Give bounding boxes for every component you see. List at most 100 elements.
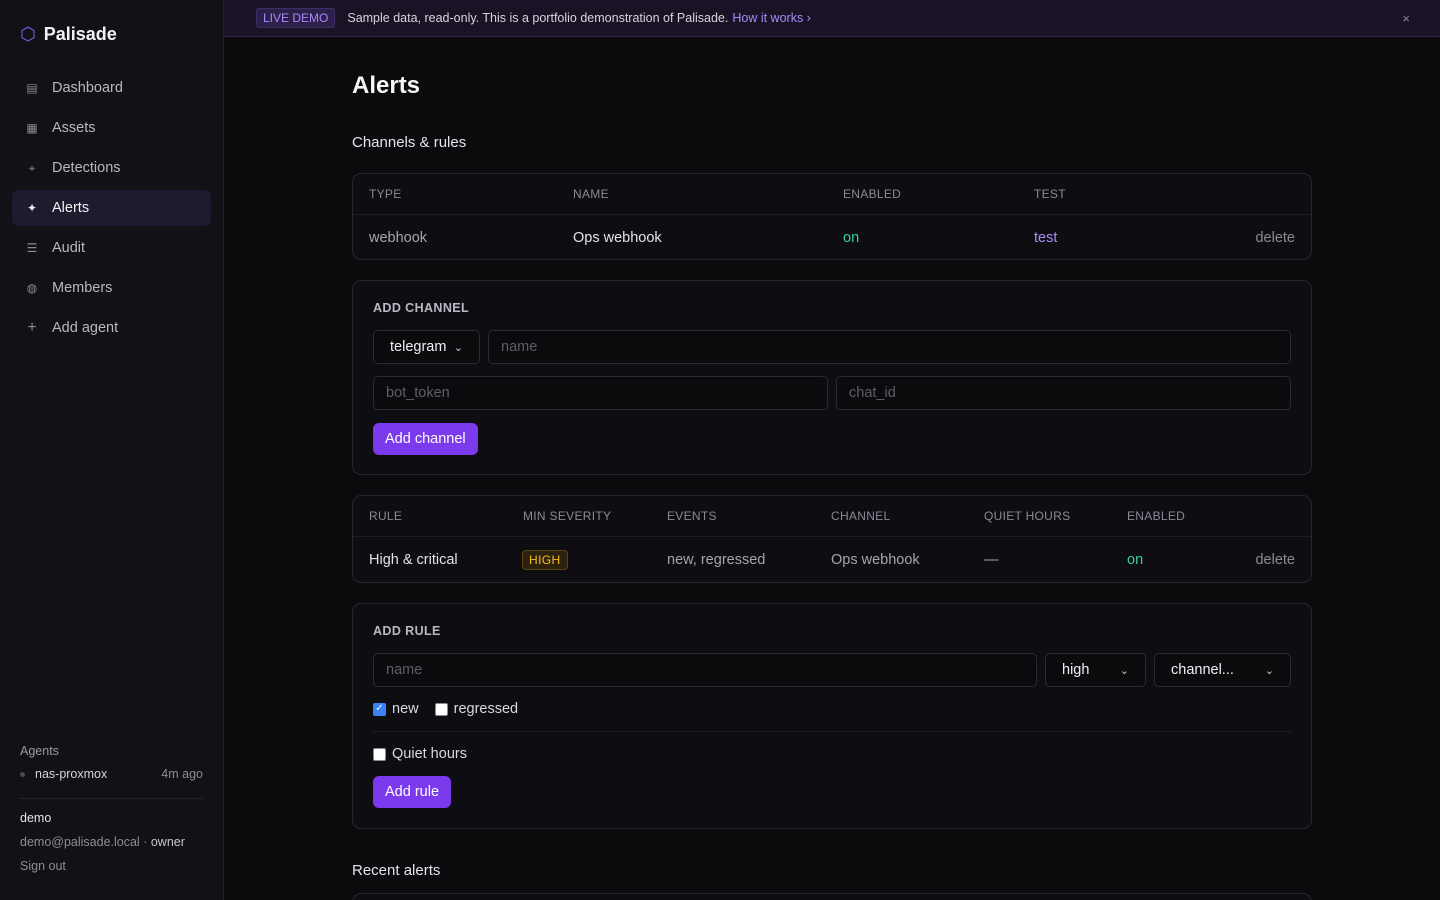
live-demo-badge: LIVE DEMO (256, 8, 336, 28)
column-header: TYPE (369, 187, 402, 201)
user-role: owner (150, 835, 185, 849)
sidebar-item-label: Assets (52, 120, 96, 136)
sidebar-item-label: Dashboard (52, 80, 123, 96)
members-icon: ◍ (26, 281, 38, 295)
channel-type: webhook (369, 229, 428, 246)
chevron-down-icon: ⌄ (1264, 664, 1274, 677)
audit-icon: ☰ (26, 241, 38, 255)
rule-enabled-toggle[interactable]: on (1127, 552, 1143, 568)
divider (20, 798, 203, 799)
rule-name: High & critical (369, 552, 458, 568)
sidebar-item-label: Detections (52, 160, 121, 176)
sidebar-item-detections[interactable]: ⌖ Detections (12, 150, 211, 186)
rule-name-input[interactable] (373, 653, 1037, 687)
sidebar-item-label: Audit (52, 240, 86, 256)
sidebar-item-label: Add agent (52, 320, 119, 336)
agents-heading: Agents (20, 744, 59, 758)
chevron-down-icon: ⌄ (1119, 664, 1129, 677)
brand-name: Palisade (43, 23, 117, 44)
close-icon[interactable]: × (1402, 11, 1410, 26)
channels-table: TYPE NAME ENABLED TEST webhook Ops webho… (352, 173, 1312, 260)
table-header: RULE MIN SEVERITY EVENTS CHANNEL QUIET H… (353, 496, 1311, 537)
agent-status-dot (20, 771, 25, 777)
checkbox-label: new (392, 701, 419, 717)
severity-cell: HIGH (522, 550, 667, 570)
channel-type-select[interactable]: telegram ⌄ (373, 330, 480, 364)
agent-last-seen: 4m ago (161, 767, 203, 781)
recent-alerts-card (352, 893, 1312, 900)
agent-name: nas-proxmox (35, 767, 108, 781)
column-header: ENABLED (843, 187, 902, 201)
plus-icon: + (27, 319, 37, 336)
table-row: webhook Ops webhook on test delete (353, 215, 1311, 260)
column-header: MIN SEVERITY (523, 509, 612, 523)
add-rule-button[interactable]: Add rule (373, 776, 452, 808)
channel-enabled-toggle[interactable]: on (843, 230, 1034, 246)
sidebar-item-label: Members (52, 280, 113, 296)
add-channel-title: ADD CHANNEL (373, 301, 470, 315)
demo-banner: LIVE DEMO Sample data, read-only. This i… (224, 0, 1440, 37)
event-checkboxes: ✓ new regressed (373, 701, 534, 717)
sidebar-item-assets[interactable]: ▦ Assets (12, 110, 211, 146)
select-value: telegram (390, 339, 447, 355)
add-rule-form: ADD RULE high ⌄ channel... ⌄ ✓ new regre… (352, 603, 1312, 829)
sidebar-item-members[interactable]: ◍ Members (12, 270, 211, 306)
quiet-hours-row: Quiet hours (373, 746, 467, 762)
channel-name-input[interactable] (488, 330, 1291, 364)
rules-table: RULE MIN SEVERITY EVENTS CHANNEL QUIET H… (352, 495, 1312, 583)
recent-alerts-title: Recent alerts (352, 862, 441, 879)
detections-icon: ⌖ (28, 160, 36, 175)
select-value: channel... (1171, 662, 1234, 678)
column-header: CHANNEL (831, 509, 891, 523)
add-channel-button[interactable]: Add channel (373, 423, 478, 455)
how-it-works-link[interactable]: How it works › (732, 11, 810, 25)
chat-id-input[interactable] (836, 376, 1291, 410)
column-header: NAME (573, 187, 609, 201)
rule-quiet-hours: — (984, 552, 999, 568)
channel-test-link[interactable]: test (1034, 230, 1057, 246)
sidebar-item-alerts[interactable]: ✦ Alerts (12, 190, 211, 226)
user-email-role: demo@palisade.local · owner (20, 835, 203, 849)
regressed-checkbox[interactable] (434, 702, 448, 716)
select-value: high (1062, 662, 1090, 678)
severity-badge: HIGH (522, 550, 568, 570)
user-name: demo (20, 811, 52, 825)
divider (373, 731, 1291, 732)
assets-icon: ▦ (26, 121, 38, 135)
sidebar-item-label: Alerts (52, 200, 90, 216)
new-checkbox[interactable]: ✓ (373, 702, 386, 716)
add-rule-title: ADD RULE (373, 624, 441, 638)
channel-name: Ops webhook (573, 229, 662, 246)
sidebar-footer: Agents nas-proxmox 4m ago demo demo@pali… (20, 744, 203, 873)
user-email: demo@palisade.local (20, 835, 140, 849)
sidebar-nav: ▤ Dashboard ▦ Assets ⌖ Detections ✦ Aler… (12, 70, 211, 350)
page-title: Alerts (352, 72, 421, 99)
sidebar: ⬡ Palisade ▤ Dashboard ▦ Assets ⌖ Detect… (0, 0, 224, 900)
quiet-hours-checkbox[interactable] (373, 747, 386, 761)
alerts-icon: ✦ (26, 201, 38, 215)
sidebar-item-dashboard[interactable]: ▤ Dashboard (12, 70, 211, 106)
column-header: RULE (369, 509, 403, 523)
column-header: TEST (1034, 187, 1066, 201)
column-header: QUIET HOURS (984, 509, 1071, 523)
checkbox-label: Quiet hours (392, 746, 467, 762)
chevron-down-icon: ⌄ (453, 341, 463, 354)
brand[interactable]: ⬡ Palisade (20, 22, 117, 46)
bot-token-input[interactable] (373, 376, 828, 410)
sign-out-link[interactable]: Sign out (20, 859, 203, 873)
rule-delete-link[interactable]: delete (1255, 552, 1295, 568)
column-header: EVENTS (667, 509, 717, 523)
hexagon-logo-icon: ⬡ (20, 24, 36, 44)
channel-delete-link[interactable]: delete (1255, 230, 1295, 246)
agent-row[interactable]: nas-proxmox 4m ago (20, 766, 203, 782)
table-row: High & critical HIGH new, regressed Ops … (353, 537, 1311, 583)
dashboard-icon: ▤ (26, 81, 38, 95)
severity-select[interactable]: high ⌄ (1045, 653, 1146, 687)
rule-events: new, regressed (667, 552, 766, 568)
separator: · (143, 835, 148, 849)
sidebar-item-add-agent[interactable]: + Add agent (12, 310, 211, 346)
banner-text: Sample data, read-only. This is a portfo… (347, 11, 729, 25)
sidebar-item-audit[interactable]: ☰ Audit (12, 230, 211, 266)
channels-section-title: Channels & rules (352, 134, 467, 151)
channel-select[interactable]: channel... ⌄ (1154, 653, 1291, 687)
